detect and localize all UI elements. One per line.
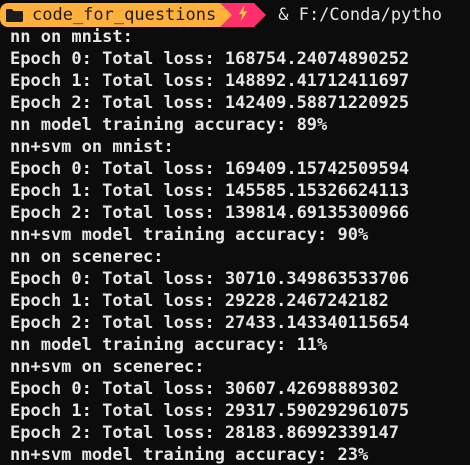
output-line: Epoch 2: Total loss: 28183.86992339147 [10,423,399,443]
prompt-git-segment [232,3,255,27]
output-line: nn+svm on mnist: [10,137,174,157]
output-line: Epoch 0: Total loss: 168754.24074890252 [10,49,410,69]
output-line: Epoch 2: Total loss: 27433.143340115654 [10,313,410,333]
output-line: Epoch 1: Total loss: 29317.590292961075 [10,401,410,421]
prompt-directory-segment: code_for_questions [0,3,221,27]
powerline-separator [220,3,233,27]
powerline-separator-end [254,3,267,27]
output-line: nn on mnist: [10,27,133,47]
output-line: Epoch 1: Total loss: 145585.15326624113 [10,181,410,201]
folder-icon [6,8,23,22]
output-line: Epoch 0: Total loss: 30710.349863533706 [10,269,410,289]
output-line: Epoch 2: Total loss: 142409.58871220925 [10,93,410,113]
output-line: Epoch 2: Total loss: 139814.69135300966 [10,203,410,223]
output-line: Epoch 1: Total loss: 29228.2467242182 [10,291,389,311]
output-line: nn+svm model training accuracy: 90% [10,225,369,245]
output-line: nn model training accuracy: 11% [10,335,328,355]
prompt-directory-name: code_for_questions [32,5,217,25]
output-line: Epoch 0: Total loss: 169409.15742509594 [10,159,410,179]
output-line: nn on scenerec: [10,247,164,267]
lightning-icon [238,4,248,26]
output-line: Epoch 1: Total loss: 148892.41712411697 [10,71,410,91]
output-line: nn+svm on scenerec: [10,357,205,377]
command-text: & F:/Conda/pytho [278,5,442,25]
output-line: nn model training accuracy: 89% [10,115,328,135]
terminal-output: nn on mnist: Epoch 0: Total loss: 168754.… [10,26,409,465]
output-line: nn+svm model training accuracy: 23% [10,445,369,465]
terminal-window[interactable]: code_for_questions & F:/Conda/pytho nn o… [0,0,470,465]
shell-prompt: code_for_questions & F:/Conda/pytho [0,3,470,27]
output-line: Epoch 0: Total loss: 30607.42698889302 [10,379,399,399]
